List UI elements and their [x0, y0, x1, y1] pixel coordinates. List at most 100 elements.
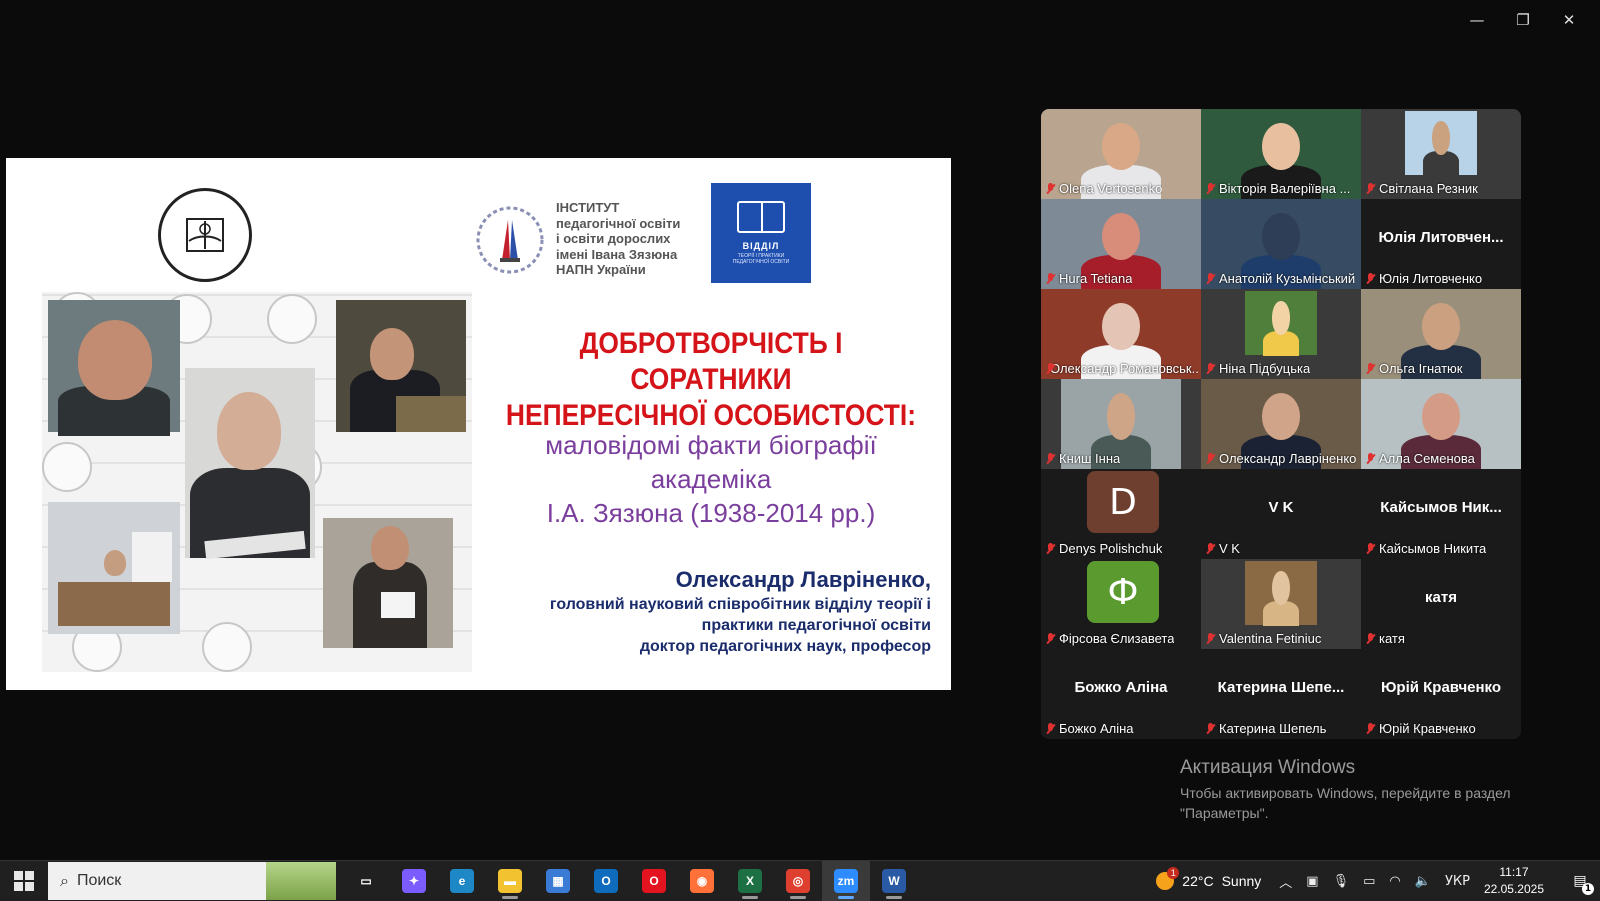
chrome-taskbar-button[interactable]: ◎ — [774, 861, 822, 901]
institute-emblem-logo — [476, 206, 544, 274]
muted-mic-icon — [1366, 542, 1375, 555]
shared-screen-slide: ІНСТИТУТ педагогічної освіти і освіти до… — [6, 158, 951, 690]
search-placeholder: Поиск — [76, 872, 122, 889]
minimize-icon[interactable]: — — [1454, 6, 1500, 34]
notification-center-button[interactable]: ▤ 1 — [1560, 861, 1600, 901]
participant-name: Denys Polishchuk — [1059, 541, 1163, 556]
taskbar-search[interactable]: ⌕ Поиск — [48, 862, 336, 900]
taskbar-apps: ▭ ✦ e ▬ ▦ O O ◉ X ◎ zm W — [342, 861, 918, 901]
opera-taskbar-button[interactable]: O — [630, 861, 678, 901]
task-view-icon: ▭ — [354, 869, 378, 893]
participant-tile[interactable]: D Denys Polishchuk — [1041, 469, 1201, 559]
muted-mic-icon — [1206, 722, 1215, 735]
portrait-photo — [336, 300, 466, 432]
muted-mic-icon — [1046, 272, 1055, 285]
wifi-icon[interactable]: ◠ — [1389, 874, 1400, 889]
slide-author: Олександр Лавріненко, головний науковий … — [550, 566, 931, 657]
participant-tile[interactable]: Світлана Резник — [1361, 109, 1521, 199]
copilot-taskbar-button[interactable]: ✦ — [390, 861, 438, 901]
task-view-taskbar-button[interactable]: ▭ — [342, 861, 390, 901]
muted-mic-icon — [1046, 182, 1055, 195]
muted-mic-icon — [1206, 632, 1215, 645]
department-logo-label: ВІДДІЛ — [742, 241, 780, 251]
department-logo-subtitle: ТЕОРІЇ І ПРАКТИКИ ПЕДАГОГІЧНОЇ ОСВІТИ — [732, 253, 790, 265]
language-indicator[interactable]: УКР — [1445, 874, 1470, 889]
muted-mic-icon — [1366, 272, 1375, 285]
muted-mic-icon — [1046, 632, 1055, 645]
participant-name: Вікторія Валеріївна ... — [1219, 181, 1351, 196]
participant-name: Valentina Fetiniuc — [1219, 631, 1322, 646]
academy-seal-logo — [158, 188, 252, 282]
edge-taskbar-button[interactable]: e — [438, 861, 486, 901]
participant-tile[interactable]: Божко Аліна Божко Аліна — [1041, 649, 1201, 739]
activation-text: Чтобы активировать Windows, перейдите в … — [1180, 785, 1511, 801]
weather-widget[interactable]: 1 22°C Sunny — [1156, 867, 1261, 890]
participant-tile[interactable]: Кайсымов Ник... Кайсымов Никита — [1361, 469, 1521, 559]
muted-mic-icon — [1206, 542, 1215, 555]
outlook-taskbar-button[interactable]: O — [582, 861, 630, 901]
participant-tile[interactable]: Ніна Підбуцька — [1201, 289, 1361, 379]
search-icon: ⌕ — [60, 871, 69, 890]
microphone-icon[interactable]: 🎙 — [1333, 874, 1350, 889]
outlook-icon: O — [594, 869, 618, 893]
participant-display-name: Кайсымов Ник... — [1380, 499, 1502, 516]
window-controls: — ❐ ✕ — [1454, 6, 1592, 34]
participant-display-name: Катерина Шепе... — [1217, 679, 1345, 696]
word-taskbar-button[interactable]: W — [870, 861, 918, 901]
excel-taskbar-button[interactable]: X — [726, 861, 774, 901]
participant-tile[interactable]: Олександр Лавріненко — [1201, 379, 1361, 469]
chevron-up-icon[interactable]: ︿ — [1279, 872, 1292, 891]
participant-tile[interactable]: Hura Tetiana — [1041, 199, 1201, 289]
participant-name: Hura Tetiana — [1059, 271, 1133, 286]
slide-title: ДОБРОТВОРЧІСТЬ І СОРАТНИКИ НЕПЕРЕСІЧНОЇ … — [505, 327, 917, 432]
participant-tile[interactable]: Вікторія Валеріївна ... — [1201, 109, 1361, 199]
store-taskbar-button[interactable]: ▦ — [534, 861, 582, 901]
zoom-taskbar-button[interactable]: zm — [822, 861, 870, 901]
portrait-photo — [48, 300, 180, 436]
muted-mic-icon — [1366, 452, 1375, 465]
firefox-taskbar-button[interactable]: ◉ — [678, 861, 726, 901]
restore-icon[interactable]: ❐ — [1500, 6, 1546, 34]
participant-tile[interactable]: Valentina Fetiniuc — [1201, 559, 1361, 649]
speaker-icon[interactable]: 🔈 — [1415, 874, 1431, 889]
participant-tile[interactable]: Катерина Шепе... Катерина Шепель — [1201, 649, 1361, 739]
participant-name: Юлія Литовченко — [1379, 271, 1483, 286]
close-icon[interactable]: ✕ — [1546, 6, 1592, 34]
battery-icon[interactable]: ▭ — [1363, 874, 1375, 889]
participant-tile[interactable]: Юлія Литовчен... Юлія Литовченко — [1361, 199, 1521, 289]
participant-name-label: Hura Tetiana — [1046, 271, 1132, 286]
participant-tile[interactable]: Ф Фірсова Єлизавета — [1041, 559, 1201, 649]
author-title: головний науковий співробітник відділу т… — [549, 596, 931, 613]
firefox-icon: ◉ — [690, 869, 714, 893]
file-explorer-taskbar-button[interactable]: ▬ — [486, 861, 534, 901]
participant-tile[interactable]: Юрій Кравченко Юрій Кравченко — [1361, 649, 1521, 739]
participant-name-label: Denys Polishchuk — [1046, 541, 1162, 556]
author-degree: доктор педагогічних наук, професор — [639, 638, 931, 655]
participant-tile[interactable]: катя катя — [1361, 559, 1521, 649]
participant-name-label: Алла Семенова — [1366, 451, 1475, 466]
participant-name-label: Катерина Шепель — [1206, 721, 1326, 736]
participant-name-label: Фірсова Єлизавета — [1046, 631, 1174, 646]
start-button[interactable] — [0, 861, 48, 901]
participant-tile[interactable]: Olena Vertosenko — [1041, 109, 1201, 199]
clock[interactable]: 11:17 22.05.2025 — [1484, 864, 1544, 898]
meet-now-icon[interactable]: ▣ — [1306, 874, 1318, 889]
photo-collage — [42, 292, 472, 672]
muted-mic-icon — [1206, 272, 1215, 285]
word-icon: W — [882, 869, 906, 893]
participant-tile[interactable]: Ольга Ігнатюк — [1361, 289, 1521, 379]
portrait-photo — [323, 518, 453, 648]
muted-mic-icon — [1206, 452, 1215, 465]
institute-name: ІНСТИТУТ педагогічної освіти і освіти до… — [556, 200, 681, 277]
participant-tile[interactable]: Алла Семенова — [1361, 379, 1521, 469]
excel-icon: X — [738, 869, 762, 893]
participant-tile[interactable]: Книш Інна — [1041, 379, 1201, 469]
participant-tile[interactable]: Анатолій Кузьмінський — [1201, 199, 1361, 289]
taskbar: ⌕ Поиск ▭ ✦ e ▬ ▦ O O ◉ X ◎ zm W 1 22°C Sunny ︿ ▣ 🎙… — [0, 860, 1600, 901]
clock-time: 11:17 — [1499, 865, 1529, 879]
participant-name-label: Анатолій Кузьмінський — [1206, 271, 1355, 286]
participant-name: катя — [1379, 631, 1405, 646]
participant-tile[interactable]: Олександр Романовськ... — [1041, 289, 1201, 379]
muted-mic-icon — [1206, 362, 1215, 375]
participant-tile[interactable]: V K V K — [1201, 469, 1361, 559]
